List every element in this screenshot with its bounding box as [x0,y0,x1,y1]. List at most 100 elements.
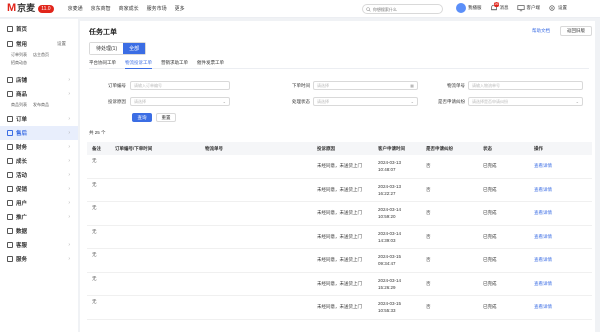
calendar-icon: ▦ [410,83,414,88]
sidebar-item-services[interactable]: 服务 › [0,252,78,266]
row-action[interactable]: 查看详情 [529,210,584,216]
dispute-select[interactable]: 请选择是否申请纠纷 ⌄ [468,97,583,106]
sidebar-item-order[interactable]: 订单 › [0,112,78,126]
top-nav-item[interactable]: 更多 [175,5,185,12]
apply-time: 09:34:47 [378,261,396,267]
row-status: 已完成 [483,280,497,286]
row-apply-time: 2024-03-13 10:48:07 [374,159,419,173]
order-time-picker[interactable]: 请选择 ▦ [313,81,418,90]
row-action[interactable]: 查看详情 [529,234,584,240]
sidebar-sub-item[interactable]: 店主首页 [33,52,49,58]
order-no-label: 订单编号 [108,83,126,88]
search-icon [366,6,371,12]
search-button[interactable]: 查询 [132,113,152,122]
row-note: 无 [92,158,97,163]
sidebar-item-home[interactable]: 首页 [0,22,78,36]
top-nav-item[interactable]: 服务市场 [147,5,167,12]
row-order [103,273,196,276]
tab-invoice[interactable]: 催件发票工单 [197,59,224,69]
messages-button[interactable]: 26 消息 [490,2,509,12]
row-order [103,296,196,299]
user-menu[interactable]: 我播服 [456,3,482,13]
sidebar-item-growth[interactable]: 成长 › [0,154,78,168]
sidebar-item-activity[interactable]: 活动 › [0,168,78,182]
row-reason: 未经同意，未送货上门 [317,186,362,192]
user-label: 我播服 [468,5,482,10]
table-row: 无未经同意，未送货上门 2024-03-14 10:59:20 否 已完成 查看详情 [87,202,592,226]
sidebar-item-data[interactable]: 数据 [0,224,78,238]
sidebar-item-store[interactable]: 店铺 › [0,73,78,87]
row-action[interactable]: 查看详情 [529,163,584,169]
sidebar-item-common[interactable]: 常用 设置 [0,37,78,51]
waybill-input[interactable]: 请输入物流单号 [468,81,583,90]
tickets-table: 备注 订单编号/下单时间 物流单号 投诉原因 客户申请时间 是否申请纠纷 状态 … [87,142,592,320]
row-status: 已完成 [483,233,497,239]
row-dispute: 否 [426,280,431,286]
reset-button[interactable]: 重置 [156,113,176,122]
apply-date: 2024-03-14 [378,207,402,213]
row-apply-time: 2024-03-14 10:59:20 [374,206,419,220]
back-old-version-button[interactable]: 返回旧版 [560,26,592,36]
reason-select[interactable]: 请选择 ⌄ [130,97,230,106]
table-row: 无未经同意，未送货上门 2024-03-14 15:26:29 否 已完成 查看详情 [87,273,592,296]
finance-icon [7,144,13,150]
table-row: 无未经同意，未送货上门 2024-03-13 16:22:27 否 已完成 查看详情 [87,179,592,202]
common-settings-link[interactable]: 设置 [57,41,66,47]
sidebar-item-user[interactable]: 用户 › [0,196,78,210]
sidebar-sub-item[interactable]: 订单列表 [11,52,27,58]
sidebar-sub-item[interactable]: 发布商品 [33,102,49,108]
apply-time: 16:22:27 [378,190,396,196]
row-action[interactable]: 查看详情 [529,187,584,193]
sidebar-item-service[interactable]: 客服 › [0,238,78,252]
sidebar-item-label: 首页 [16,27,28,33]
row-reason: 未经同意，未送货上门 [317,304,362,310]
top-nav-item[interactable]: 京东商智 [91,5,111,12]
status-label: 处理状态 [292,99,310,104]
tab-platform-coop[interactable]: 平台协同工单 [89,59,116,69]
search-box[interactable] [362,4,443,14]
row-reason: 未经同意，未送货上门 [317,280,362,286]
tab-logistics-complaint[interactable]: 物流投诉工单 [125,59,152,69]
row-action[interactable]: 查看详情 [529,281,584,287]
row-apply-time: 2024-03-15 10:55:33 [374,300,419,314]
settings-button[interactable]: 设置 [548,4,567,12]
apply-time: 10:59:20 [378,214,396,220]
message-label: 消息 [499,5,509,10]
tab-all[interactable]: 全部 [123,43,146,54]
sidebar-item-goods[interactable]: 商品 › [0,87,78,101]
settings-label: 设置 [558,5,567,10]
client-label: 客户端 [526,5,541,10]
search-input[interactable] [372,6,442,12]
sidebar-item-after-sale[interactable]: 售后 › [0,126,78,140]
status-select[interactable]: 请选择 ⌄ [313,97,418,106]
reason-label: 投诉原因 [108,99,126,104]
table-body: 无未经同意，未送货上门 2024-03-13 10:48:07 否已完成 查看详情无未经… [87,155,592,320]
top-nav-item[interactable]: 京麦通 [68,5,83,12]
chevron-right-icon: › [68,77,70,83]
row-reason: 未经同意，未送货上门 [317,233,362,239]
goods-subs: 商品列表 发布商品 [0,101,78,109]
sidebar-item-label: 常用 [16,42,28,48]
sidebar-sub-item[interactable]: 商品列表 [11,102,27,108]
growth-icon [7,158,13,164]
row-action[interactable]: 查看详情 [529,304,584,310]
tab-marketing-help[interactable]: 营销求助工单 [161,59,188,69]
sidebar-sub-item[interactable]: 招商动态 [11,60,27,66]
top-nav-item[interactable]: 商家成长 [119,5,139,12]
sidebar-item-finance[interactable]: 财务 › [0,140,78,154]
tab-pending[interactable]: 待处理(1) [90,43,124,54]
logo[interactable]: M 京麦 11.0 [7,0,54,18]
user-icon [7,200,13,206]
common-subs: 订单列表 店主首页 [0,51,78,59]
row-apply-time: 2024-03-14 15:26:29 [374,277,419,291]
sidebar-item-promo[interactable]: 促销 › [0,182,78,196]
help-doc-link[interactable]: 帮助文档 [532,28,550,34]
dispute-placeholder: 请选择是否申请纠纷 [472,98,508,104]
sidebar-item-ads[interactable]: 推广 › [0,210,78,224]
client-button[interactable]: 客户端 [516,4,541,12]
row-status: 已完成 [483,163,497,169]
row-action[interactable]: 查看详情 [529,257,584,263]
sidebar-item-label: 用户 [16,201,28,207]
row-note: 无 [92,299,97,304]
order-no-input[interactable]: 请输入订单编号 [130,81,230,90]
